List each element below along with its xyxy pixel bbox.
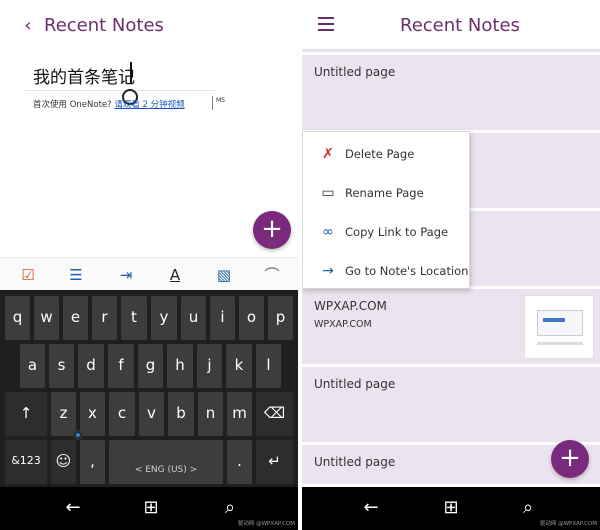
numbers-key[interactable]: &123	[5, 440, 47, 484]
font-color-icon[interactable]: A	[165, 265, 185, 285]
note-editor-pane: ‹ Recent Notes 我的首条笔记 首次使用 OneNote? 请观看 …	[0, 0, 298, 530]
key-m[interactable]: m	[227, 392, 252, 436]
space-key[interactable]: < ENG (US) >	[109, 440, 223, 484]
checkbox-icon[interactable]: ☑	[18, 265, 38, 285]
recent-notes-pane: Recent Notes Untitled page WPXAP.COM WPX…	[302, 0, 600, 530]
key-j[interactable]: j	[197, 344, 222, 388]
search-icon[interactable]: ⌕	[219, 497, 241, 519]
key-r[interactable]: r	[92, 296, 117, 340]
key-g[interactable]: g	[138, 344, 163, 388]
key-f[interactable]: f	[108, 344, 134, 388]
cursor-control-dot[interactable]	[73, 430, 83, 440]
recent-notes-header: Recent Notes	[302, 0, 600, 52]
key-w[interactable]: w	[34, 296, 59, 340]
video-link[interactable]: 请观看 2 分钟视频	[114, 100, 184, 110]
editor-header: ‹ Recent Notes	[0, 0, 298, 54]
key-e[interactable]: e	[63, 296, 88, 340]
rename-page-icon: ▭	[321, 185, 335, 201]
go-to-location-menu-item[interactable]: → Go to Note's Location	[303, 251, 471, 290]
note-item-title: Untitled page	[314, 65, 396, 79]
attach-icon[interactable]: ⌒	[262, 265, 282, 285]
watermark-text: 驱动网 @WPXAP.COM	[539, 521, 597, 527]
menu-item-label: Rename Page	[345, 186, 424, 200]
rename-page-menu-item[interactable]: ▭ Rename Page	[303, 173, 471, 212]
system-nav-bar: ← ⊞ ⌕ 驱动网 @WPXAP.COM	[302, 487, 600, 530]
add-button[interactable]: +	[551, 440, 589, 478]
key-n[interactable]: n	[198, 392, 223, 436]
thumbnail-caption	[537, 342, 583, 345]
key-b[interactable]: b	[168, 392, 194, 436]
text-caret	[130, 62, 132, 84]
key-k[interactable]: k	[226, 344, 252, 388]
menu-item-label: Go to Note's Location	[345, 264, 469, 278]
key-d[interactable]: d	[78, 344, 104, 388]
enter-key[interactable]: ↵	[256, 440, 293, 484]
note-thumbnail	[524, 295, 594, 359]
note-list-item[interactable]: WPXAP.COM WPXAP.COM	[302, 289, 600, 367]
copy-link-menu-item[interactable]: ∞ Copy Link to Page	[303, 212, 471, 251]
key-o[interactable]: o	[239, 296, 264, 340]
thumbnail-accent	[543, 318, 565, 322]
go-to-location-icon: →	[322, 263, 334, 279]
key-x[interactable]: x	[80, 392, 105, 436]
menu-item-label: Delete Page	[345, 147, 415, 161]
key-u[interactable]: u	[181, 296, 206, 340]
back-icon[interactable]: ‹	[20, 14, 36, 38]
note-item-subtitle: WPXAP.COM	[314, 319, 372, 330]
title-underline	[25, 90, 215, 91]
note-item-title: Untitled page	[314, 455, 396, 469]
note-list-item[interactable]: Untitled page	[302, 367, 600, 445]
backspace-key[interactable]: ⌫	[256, 392, 293, 436]
key-a[interactable]: a	[20, 344, 45, 388]
windows-start-icon[interactable]: ⊞	[140, 497, 162, 519]
page-title: Recent Notes	[44, 15, 164, 36]
key-s[interactable]: s	[49, 344, 74, 388]
key-z[interactable]: z	[51, 392, 76, 436]
key-h[interactable]: h	[167, 344, 193, 388]
list-icon[interactable]: ☰	[66, 265, 86, 285]
copy-link-icon: ∞	[322, 224, 334, 240]
comma-key[interactable]: ,	[80, 440, 105, 484]
menu-item-label: Copy Link to Page	[345, 225, 449, 239]
indent-icon[interactable]: ⇥	[116, 265, 136, 285]
note-item-title: Untitled page	[314, 377, 396, 391]
add-button[interactable]: +	[253, 211, 291, 249]
margin-line	[212, 96, 213, 110]
back-arrow-icon[interactable]: ←	[62, 497, 84, 519]
windows-start-icon[interactable]: ⊞	[440, 497, 462, 519]
key-p[interactable]: p	[268, 296, 293, 340]
page-context-menu: ✗ Delete Page ▭ Rename Page ∞ Copy Link …	[302, 131, 470, 289]
system-nav-bar: ← ⊞ ⌕ 驱动网 @WPXAP.COM	[0, 487, 298, 530]
format-toolbar: ☑ ☰ ⇥ A ▧ ⌒	[0, 257, 298, 290]
note-body[interactable]: 首次使用 OneNote? 请观看 2 分钟视频	[33, 98, 185, 110]
delete-page-icon: ✗	[322, 146, 334, 162]
hamburger-menu-icon[interactable]	[318, 17, 334, 31]
search-icon[interactable]: ⌕	[517, 497, 539, 519]
key-c[interactable]: c	[109, 392, 135, 436]
note-item-title: WPXAP.COM	[314, 299, 387, 313]
key-v[interactable]: v	[139, 392, 164, 436]
image-icon[interactable]: ▧	[214, 265, 234, 285]
note-list-item[interactable]: Untitled page	[302, 55, 600, 133]
note-title-input[interactable]: 我的首条笔记	[33, 63, 135, 88]
key-y[interactable]: y	[151, 296, 177, 340]
back-arrow-icon[interactable]: ←	[360, 497, 382, 519]
space-key-label: < ENG (US) >	[134, 465, 198, 475]
key-t[interactable]: t	[121, 296, 147, 340]
watermark-text: 驱动网 @WPXAP.COM	[237, 521, 295, 527]
thumbnail-frame	[537, 310, 583, 336]
emoji-key[interactable]: ☺	[51, 440, 76, 484]
note-body-text: 首次使用 OneNote?	[33, 100, 115, 110]
margin-mark: MS	[216, 97, 225, 104]
delete-page-menu-item[interactable]: ✗ Delete Page	[303, 134, 471, 173]
page-title: Recent Notes	[400, 15, 520, 36]
on-screen-keyboard: q w e r t y u i o p a s d f g h j k l ↑ …	[0, 290, 298, 487]
shift-key[interactable]: ↑	[5, 392, 47, 436]
period-key[interactable]: .	[227, 440, 252, 484]
key-l[interactable]: l	[256, 344, 281, 388]
key-i[interactable]: i	[210, 296, 235, 340]
key-q[interactable]: q	[5, 296, 30, 340]
